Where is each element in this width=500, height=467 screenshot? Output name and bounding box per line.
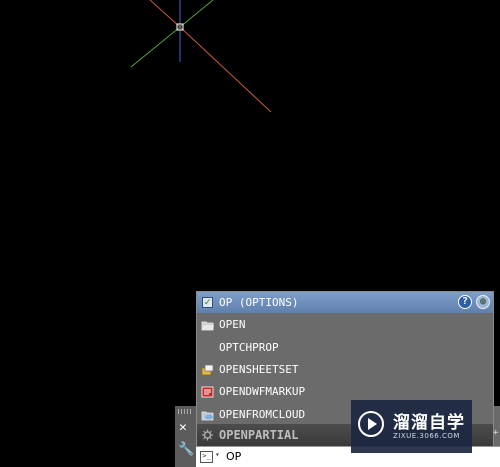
folder-open-icon [201, 321, 214, 331]
suggestion-item-label: OPTCHPROP [219, 341, 279, 354]
close-icon[interactable]: ✕ [179, 420, 187, 435]
command-line-side-strip[interactable]: + [493, 406, 500, 446]
suggestion-header[interactable]: ✓ OP (OPTIONS) ? ◍ [197, 292, 493, 313]
ucs-x-axis-back [149, 0, 181, 28]
checkbox-icon: ✓ [202, 297, 213, 308]
suggestion-item-optchprop[interactable]: OPTCHPROP [197, 337, 493, 359]
customize-wrench-icon[interactable]: 🔧 [178, 442, 194, 457]
watermark-url: ZIXUE.3066.COM [393, 432, 460, 440]
expand-icon[interactable]: + [493, 428, 498, 438]
watermark: 溜溜自学 ZIXUE.3066.COM [351, 400, 472, 453]
ucs-y-axis-back [179, 0, 214, 28]
suggestion-item-label: OPEN [219, 318, 246, 331]
suggestion-item-label: OPENFROMCLOUD [219, 408, 306, 421]
cloud-open-icon [201, 411, 214, 421]
suggestion-item-label: OPENDWFMARKUP [219, 385, 306, 398]
play-logo-icon [358, 411, 384, 437]
suggestion-header-label: OP (OPTIONS) [219, 296, 299, 309]
sheetset-icon [201, 364, 214, 376]
command-prompt-icon[interactable]: >_ [200, 451, 213, 463]
suggestion-item-label: OPENSHEETSET [219, 363, 299, 376]
globe-icon[interactable]: ◍ [476, 295, 490, 309]
suggestion-item-opensheetset[interactable]: OPENSHEETSET [197, 359, 493, 381]
suggestion-item-open[interactable]: OPEN [197, 314, 493, 336]
help-icon[interactable]: ? [458, 295, 472, 309]
ucs-x-axis [179, 26, 272, 113]
drag-grip-icon[interactable] [178, 409, 193, 414]
gear-icon [202, 429, 213, 441]
command-input[interactable] [226, 449, 346, 464]
command-line-toolbar: ✕ 🔧 [175, 406, 196, 467]
dwf-markup-icon [201, 386, 214, 398]
suggestion-item-label: OPENPARTIAL [219, 428, 299, 442]
watermark-name: 溜溜自学 [393, 413, 465, 433]
ucs-y-axis [130, 26, 181, 68]
chevron-down-icon[interactable]: ▾ [215, 450, 220, 459]
